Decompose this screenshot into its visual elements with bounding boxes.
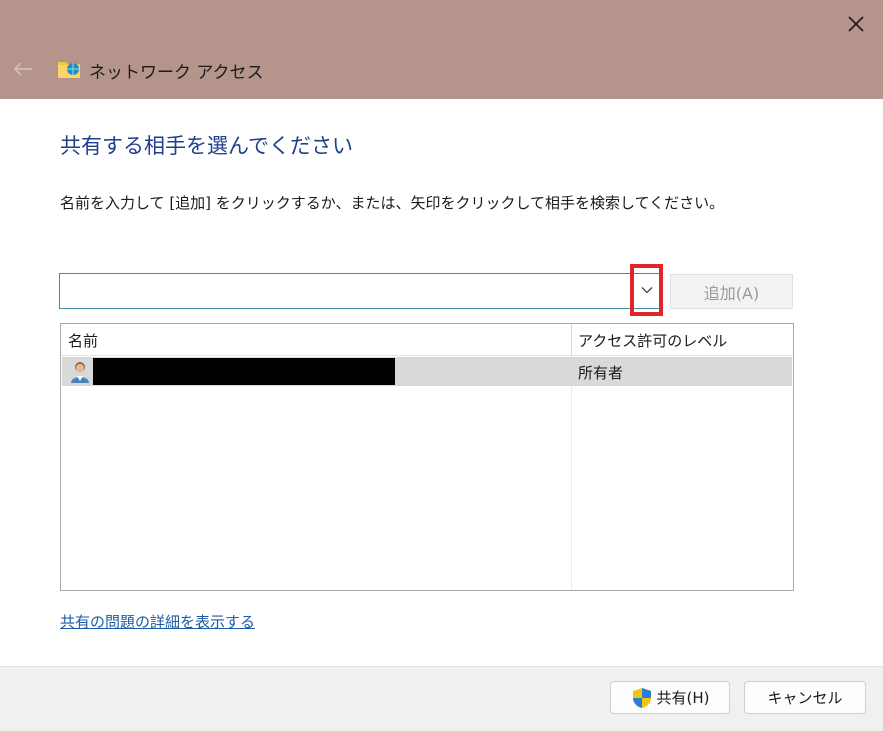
column-header-name[interactable]: 名前 bbox=[68, 330, 98, 351]
dropdown-arrow-button[interactable] bbox=[630, 264, 663, 316]
share-list[interactable]: 名前 アクセス許可のレベル 所有者 bbox=[60, 323, 794, 591]
title-bar bbox=[0, 0, 883, 99]
back-arrow-icon bbox=[13, 62, 32, 76]
user-icon bbox=[71, 362, 89, 383]
permission-level[interactable]: 所有者 bbox=[578, 362, 623, 383]
page-heading: 共有する相手を選んでください bbox=[60, 134, 353, 158]
add-button[interactable]: 追加(A) bbox=[670, 274, 793, 309]
cancel-button[interactable]: キャンセル bbox=[744, 681, 866, 714]
back-button[interactable] bbox=[8, 56, 38, 82]
share-button[interactable]: 共有(H) bbox=[610, 681, 730, 714]
chevron-down-icon bbox=[641, 287, 652, 294]
instruction-text: 名前を入力して [追加] をクリックするか、または、矢印をクリックして相手を検索… bbox=[60, 194, 725, 212]
share-button-label: 共有(H) bbox=[656, 689, 710, 707]
column-header-permission[interactable]: アクセス許可のレベル bbox=[578, 330, 727, 351]
close-icon bbox=[848, 16, 864, 32]
window-title: ネットワーク アクセス bbox=[89, 63, 264, 83]
sharing-help-link[interactable]: 共有の問題の詳細を表示する bbox=[60, 611, 255, 632]
name-combobox[interactable] bbox=[59, 273, 663, 309]
header-separator[interactable] bbox=[571, 324, 572, 356]
network-folder-icon bbox=[58, 62, 80, 78]
table-row[interactable]: 所有者 bbox=[62, 357, 792, 386]
uac-shield-icon bbox=[632, 687, 651, 708]
list-header: 名前 アクセス許可のレベル bbox=[61, 324, 793, 356]
redacted-user-name bbox=[93, 358, 395, 385]
close-button[interactable] bbox=[838, 6, 874, 42]
name-input[interactable] bbox=[64, 278, 628, 306]
